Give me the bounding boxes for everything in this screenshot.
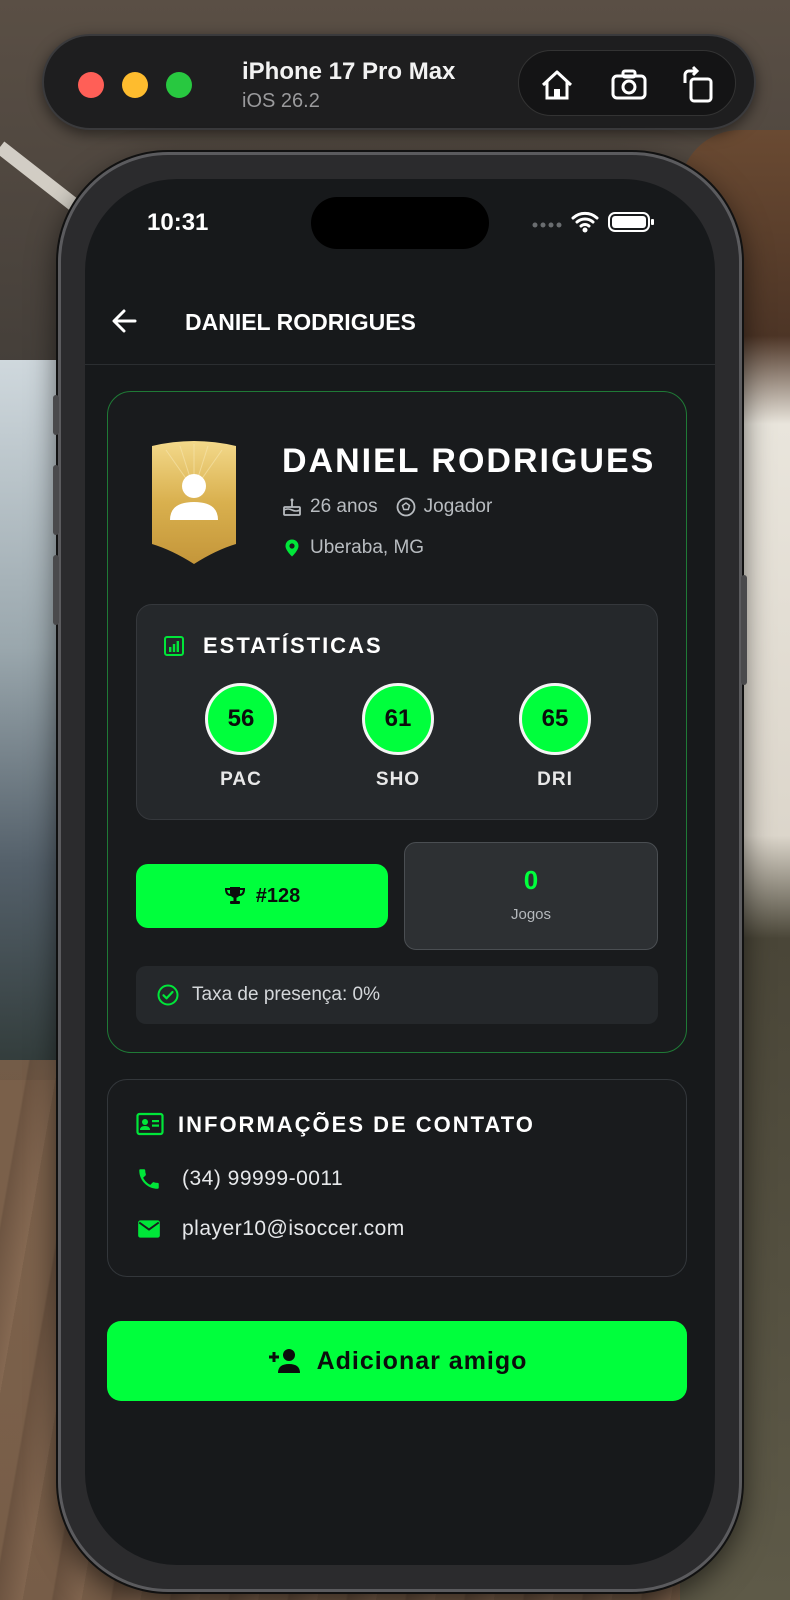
add-friend-button[interactable]: Adicionar amigo [107, 1321, 687, 1401]
games-label: Jogos [510, 906, 552, 923]
check-circle-icon [157, 984, 179, 1006]
close-window-button[interactable] [78, 72, 104, 98]
player-card-badge [152, 441, 236, 564]
contact-title: INFORMAÇÕES DE CONTATO [178, 1112, 535, 1137]
soccer-ball-icon [396, 497, 416, 517]
cake-icon [283, 498, 301, 516]
stats-panel: ESTATÍSTICAS 56 PAC 61 SHO 65 DRI [136, 604, 658, 820]
stat-pac: 56 PAC [201, 683, 281, 791]
stat-sho: 61 SHO [358, 683, 438, 791]
contact-card: INFORMAÇÕES DE CONTATO (34) 99999-0011 p… [107, 1079, 687, 1277]
contact-card-icon [136, 1112, 164, 1136]
simulator-toolbar: iPhone 17 Pro Max iOS 26.2 [42, 34, 756, 130]
phone-icon [139, 1169, 159, 1189]
stat-label: DRI [537, 769, 573, 790]
volume-up-button [53, 465, 59, 535]
stat-label: PAC [220, 769, 262, 790]
games-value: 0 [523, 865, 539, 895]
location-pin-icon [285, 539, 299, 557]
dynamic-island [311, 197, 489, 249]
background-window [0, 360, 60, 1080]
volume-down-button [53, 555, 59, 625]
player-location: Uberaba, MG [310, 537, 425, 558]
trophy-icon [224, 887, 245, 904]
stats-chart-icon [164, 636, 184, 656]
player-age: 26 anos [310, 496, 378, 517]
ranking-button[interactable]: #128 [136, 864, 388, 928]
app-bar: DANIEL RODRIGUES [85, 275, 715, 365]
stat-value: 56 [205, 683, 277, 755]
simulator-tools [518, 50, 736, 116]
cellular-signal-icon [532, 222, 562, 228]
player-name: DANIEL RODRIGUES [282, 442, 656, 480]
os-version: iOS 26.2 [242, 90, 320, 112]
stat-dri: 65 DRI [515, 683, 595, 791]
presence-rate: Taxa de presença: 0% [136, 966, 658, 1024]
contact-email-row[interactable]: player10@isoccer.com [136, 1216, 405, 1242]
screenshot-icon[interactable] [609, 65, 649, 105]
contact-phone-row[interactable]: (34) 99999-0011 [136, 1166, 343, 1192]
ranking-label: #128 [255, 884, 301, 907]
stat-value: 65 [519, 683, 591, 755]
presence-text: Taxa de presença: 0% [192, 984, 381, 1005]
minimize-window-button[interactable] [122, 72, 148, 98]
home-icon[interactable] [537, 65, 577, 105]
stats-title: ESTATÍSTICAS [203, 633, 383, 658]
add-friend-label: Adicionar amigo [316, 1346, 528, 1375]
device-name: iPhone 17 Pro Max [242, 58, 456, 85]
player-meta: 26 anos Jogador [282, 496, 492, 518]
email-icon [138, 1220, 160, 1238]
phone-frame: 10:31 DANIEL RODRIGUES DANIEL RODRIGUES … [53, 152, 747, 1592]
rotate-icon[interactable] [679, 65, 719, 105]
page-title: DANIEL RODRIGUES [185, 309, 416, 335]
battery-icon [608, 212, 654, 232]
app-screen: 10:31 DANIEL RODRIGUES DANIEL RODRIGUES … [85, 179, 715, 1565]
side-button [741, 575, 747, 685]
back-arrow-icon[interactable] [107, 303, 143, 339]
zoom-window-button[interactable] [166, 72, 192, 98]
contact-phone: (34) 99999-0011 [182, 1167, 344, 1190]
contact-email: player10@isoccer.com [182, 1217, 405, 1240]
add-person-icon [268, 1349, 300, 1373]
stat-value: 61 [362, 683, 434, 755]
profile-card: DANIEL RODRIGUES 26 anos Jogador Uberaba… [107, 391, 687, 1053]
stat-label: SHO [375, 769, 421, 790]
wifi-icon [571, 211, 599, 228]
games-count-box: 0 Jogos [404, 842, 658, 950]
player-role: Jogador [423, 496, 493, 517]
action-button [53, 395, 59, 435]
status-time: 10:31 [147, 209, 209, 236]
player-location-row: Uberaba, MG [282, 537, 424, 559]
status-icons [532, 211, 654, 233]
